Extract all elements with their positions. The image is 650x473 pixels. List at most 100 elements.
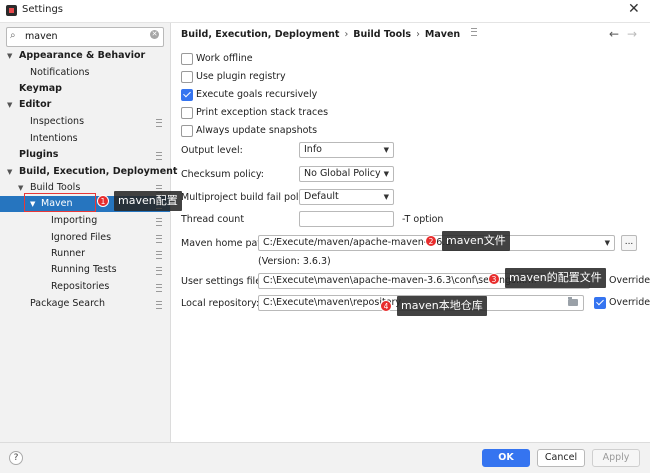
chevron-down-icon: ▼ <box>18 184 24 192</box>
local-repository-label: Local repository: <box>181 298 260 309</box>
project-settings-icon <box>156 218 162 226</box>
sidebar-item-plugins[interactable]: Plugins <box>0 147 170 163</box>
search-icon: ⌕ <box>10 30 16 41</box>
checkbox-box[interactable] <box>181 107 193 119</box>
sidebar-item-ignored-files[interactable]: Ignored Files <box>0 230 170 246</box>
back-arrow-icon[interactable]: ← <box>609 27 619 41</box>
checkbox-box[interactable] <box>181 53 193 65</box>
sidebar-item-label: Build, Execution, Deployment <box>19 166 178 177</box>
chevron-down-icon: ▼ <box>383 170 389 178</box>
sidebar-item-label: Appearance & Behavior <box>19 50 146 61</box>
sidebar-item-notifications[interactable]: Notifications <box>0 65 170 81</box>
checkbox-label: Always update snapshots <box>196 125 318 136</box>
output-level-select[interactable]: Info ▼ <box>299 142 394 158</box>
chevron-down-icon: ▼ <box>7 101 13 109</box>
checkbox-box[interactable] <box>181 89 193 101</box>
folder-icon[interactable] <box>568 297 578 306</box>
help-button[interactable]: ? <box>9 451 23 465</box>
sidebar-item-importing[interactable]: Importing <box>0 213 170 229</box>
checksum-policy-value: No Global Policy <box>304 168 381 179</box>
sidebar-item-label: Importing <box>51 215 98 226</box>
checksum-policy-label: Checksum policy: <box>181 169 264 180</box>
sidebar-item-label: Intentions <box>30 133 78 144</box>
apply-button[interactable]: Apply <box>592 449 640 467</box>
user-settings-label: User settings file: <box>181 276 265 287</box>
sidebar-item-repositories[interactable]: Repositories <box>0 279 170 295</box>
annotation-label: maven文件 <box>442 231 510 251</box>
breadcrumb-item: Build Tools <box>353 29 412 40</box>
sidebar-item-label: Inspections <box>30 116 85 127</box>
project-settings-icon <box>156 267 162 275</box>
breadcrumb-separator: › <box>416 29 420 40</box>
maven-home-value: C:/Execute/maven/apache-maven-3.6.3 <box>263 237 452 248</box>
output-level-label: Output level: <box>181 145 243 156</box>
maven-version-text: (Version: 3.6.3) <box>258 256 331 267</box>
forward-arrow-icon[interactable]: → <box>627 27 637 41</box>
dialog-footer: ? OK Cancel Apply <box>0 442 650 473</box>
sidebar-item-label: Runner <box>51 248 85 259</box>
checkbox-label: Work offline <box>196 53 253 64</box>
project-settings-icon <box>156 301 162 309</box>
thread-count-label: Thread count <box>181 214 245 225</box>
chevron-down-icon: ▼ <box>604 239 610 247</box>
output-level-value: Info <box>304 144 322 155</box>
sidebar-item-inspections[interactable]: Inspections <box>0 114 170 130</box>
close-icon[interactable]: ✕ <box>628 1 640 17</box>
annotation-label: maven配置 <box>114 191 182 211</box>
checkbox-label: Override <box>609 297 650 308</box>
sidebar-item-label: Repositories <box>51 281 110 292</box>
sidebar-item-runner[interactable]: Runner <box>0 246 170 262</box>
sidebar-item-editor[interactable]: ▼ Editor <box>0 97 170 113</box>
chevron-down-icon: ▼ <box>383 146 389 154</box>
chevron-down-icon: ▼ <box>383 193 389 201</box>
search-box[interactable]: ⌕ ✕ <box>6 27 164 47</box>
sidebar: ⌕ ✕ ▼ Appearance & Behavior Notification… <box>0 23 177 442</box>
annotation-label: maven本地仓库 <box>397 296 487 316</box>
sidebar-item-appearance-behavior[interactable]: ▼ Appearance & Behavior <box>0 48 170 64</box>
maven-home-label: Maven home path: <box>181 238 271 249</box>
annotation-badge: 4 <box>380 300 392 312</box>
fail-policy-select[interactable]: Default ▼ <box>299 189 394 205</box>
window-title: Settings <box>22 4 64 15</box>
sidebar-item-label: Ignored Files <box>51 232 112 243</box>
search-input[interactable] <box>25 29 145 44</box>
thread-count-input[interactable] <box>299 211 394 227</box>
sidebar-item-package-search[interactable]: Package Search <box>0 296 170 312</box>
checkbox-box[interactable] <box>181 125 193 137</box>
sidebar-item-label: Plugins <box>19 149 59 160</box>
annotation-badge: 2 <box>425 235 437 247</box>
sidebar-item-label: Keymap <box>19 83 62 94</box>
checkbox-label: Use plugin registry <box>196 71 286 82</box>
checksum-policy-select[interactable]: No Global Policy ▼ <box>299 166 394 182</box>
checkbox-label: Override <box>609 275 650 286</box>
maven-highlight-box <box>24 193 96 212</box>
checkbox-label: Execute goals recursively <box>196 89 318 100</box>
sidebar-item-label: Editor <box>19 99 52 110</box>
sidebar-item-label: Running Tests <box>51 264 117 275</box>
annotation-badge: 3 <box>488 273 500 285</box>
checkbox-box[interactable] <box>181 71 193 83</box>
clear-search-icon[interactable]: ✕ <box>150 30 159 39</box>
project-settings-icon <box>156 251 162 259</box>
annotation-badge: 1 <box>97 195 109 207</box>
project-settings-icon <box>471 28 478 36</box>
sidebar-item-label: Notifications <box>30 67 90 78</box>
sidebar-item-intentions[interactable]: Intentions <box>0 131 170 147</box>
fail-policy-label: Multiproject build fail policy: <box>181 192 315 203</box>
project-settings-icon <box>156 284 162 292</box>
chevron-down-icon: ▼ <box>7 168 13 176</box>
checkbox-label: Print exception stack traces <box>196 107 329 118</box>
checkbox-box[interactable] <box>594 297 606 309</box>
sidebar-item-build-execution-deployment[interactable]: ▼ Build, Execution, Deployment <box>0 164 177 180</box>
project-settings-icon <box>156 119 162 127</box>
thread-count-hint: -T option <box>402 214 444 225</box>
ok-button[interactable]: OK <box>482 449 530 467</box>
browse-maven-home-button[interactable]: ... <box>621 235 637 251</box>
breadcrumb-separator: › <box>344 29 349 40</box>
annotation-label: maven的配置文件 <box>505 268 606 288</box>
sidebar-item-running-tests[interactable]: Running Tests <box>0 262 170 278</box>
breadcrumb-item: Build, Execution, Deployment <box>181 29 340 40</box>
sidebar-item-keymap[interactable]: Keymap <box>0 81 170 97</box>
cancel-button[interactable]: Cancel <box>537 449 585 467</box>
breadcrumb-item: Maven <box>424 29 461 40</box>
